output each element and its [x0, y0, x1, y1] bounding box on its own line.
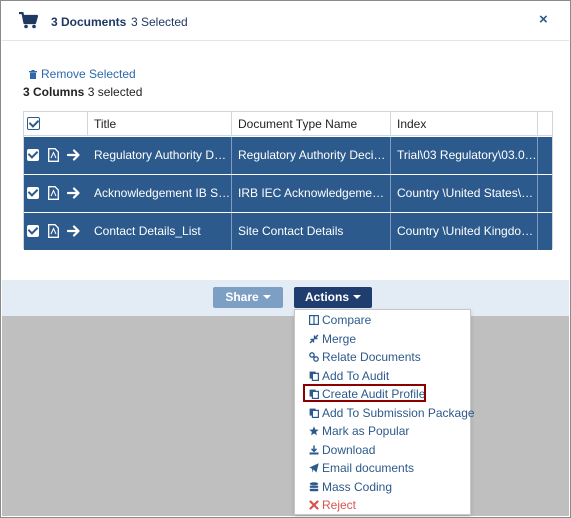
menu-item-merge[interactable]: Merge: [309, 330, 356, 348]
row-checkbox[interactable]: [27, 225, 39, 237]
action-bar: [2, 280, 569, 316]
menu-item-label: Add To Submission Package: [322, 405, 475, 420]
menu-item-label: Reject: [322, 498, 357, 512]
column-header-document-type[interactable]: Document Type Name: [232, 112, 391, 136]
menu-item-label: Add To Audit: [322, 368, 390, 383]
documents-cart-panel: 3 Documents 3 Selected × Remove Selected…: [0, 0, 571, 518]
cart-icon: [19, 12, 39, 29]
menu-item-mass-coding[interactable]: Mass Coding: [309, 478, 392, 496]
pdf-file-icon: [48, 224, 59, 238]
column-header-index[interactable]: Index: [391, 112, 538, 136]
columns-info: 3 Columns 3 selected: [23, 85, 142, 99]
menu-item-mark-as-popular[interactable]: Mark as Popular: [309, 422, 409, 440]
menu-item-label: Download: [322, 442, 376, 457]
menu-item-compare[interactable]: Compare: [309, 311, 371, 329]
download-icon: [309, 445, 319, 454]
chevron-down-icon: [262, 295, 271, 299]
cell-document-type: IRB IEC Acknowledgement ...: [232, 175, 391, 212]
database-icon: [309, 481, 319, 491]
pdf-file-icon: [48, 148, 59, 162]
menu-item-label: Compare: [322, 313, 372, 327]
menu-item-download[interactable]: Download: [309, 441, 375, 459]
cell-document-type: Site Contact Details: [232, 213, 391, 250]
table-row[interactable]: Regulatory Authority Deci... Regulatory …: [24, 137, 552, 174]
highlight-box: [303, 384, 426, 402]
cell-index: Trial\03 Regulatory\03.01 ...: [391, 137, 538, 174]
row-checkbox[interactable]: [27, 149, 39, 161]
arrow-right-icon[interactable]: [67, 224, 81, 238]
menu-item-add-to-audit[interactable]: Add To Audit: [309, 367, 389, 385]
backdrop: [2, 316, 569, 516]
menu-item-add-to-submission-package[interactable]: Add To Submission Package: [309, 404, 475, 422]
actions-label: Actions: [304, 290, 349, 304]
cell-index: Country \United Kingdom...: [391, 213, 538, 250]
select-all-cell: [24, 112, 88, 136]
copy-icon: [309, 408, 319, 418]
cell-title: Regulatory Authority Deci...: [88, 137, 232, 174]
menu-item-label: Email documents: [322, 461, 415, 475]
table-row[interactable]: Acknowledgement IB Sign... IRB IEC Ackno…: [24, 175, 552, 212]
cell-document-type: Regulatory Authority Decisi...: [232, 137, 391, 174]
arrow-right-icon[interactable]: [67, 148, 81, 162]
link-icon: [309, 352, 319, 362]
copy-icon: [309, 371, 319, 381]
cell-index: Country \United States\04...: [391, 175, 538, 212]
remove-selected-link[interactable]: Remove Selected: [29, 67, 136, 81]
menu-item-label: Mass Coding: [322, 479, 393, 494]
trash-icon: [29, 70, 37, 79]
panel-header: 3 Documents 3 Selected ×: [2, 2, 569, 41]
compress-icon: [309, 334, 319, 343]
select-all-checkbox[interactable]: [27, 117, 40, 130]
menu-item-email-documents[interactable]: Email documents: [309, 459, 414, 477]
actions-menu: Compare Merge Relate Documents Add To Au…: [294, 309, 475, 515]
menu-item-label: Relate Documents: [322, 350, 421, 364]
actions-button[interactable]: Actions: [294, 287, 372, 308]
columns-selected: 3 selected: [87, 85, 143, 99]
menu-item-label: Merge: [322, 331, 357, 346]
close-icon[interactable]: ×: [539, 12, 548, 28]
table-row[interactable]: Contact Details_List Site Contact Detail…: [24, 213, 552, 250]
row-checkbox[interactable]: [27, 187, 39, 199]
cell-title: Acknowledgement IB Sign...: [88, 175, 232, 212]
column-header-title[interactable]: Title: [88, 112, 232, 136]
remove-selected-label: Remove Selected: [41, 67, 136, 81]
send-icon: [309, 463, 319, 473]
share-label: Share: [225, 290, 259, 304]
arrow-right-icon[interactable]: [67, 186, 81, 200]
documents-count: 3 Documents: [51, 15, 127, 29]
documents-grid: Title Document Type Name Index Regulator…: [23, 111, 553, 250]
grid-header: Title Document Type Name Index: [24, 112, 552, 136]
chevron-down-icon: [353, 295, 361, 299]
cell-title: Contact Details_List: [88, 213, 232, 250]
columns-icon: [309, 315, 319, 325]
menu-item-relate-documents[interactable]: Relate Documents: [309, 348, 421, 366]
pdf-file-icon: [48, 186, 59, 200]
menu-item-label: Mark as Popular: [322, 424, 410, 438]
times-icon: [309, 500, 319, 510]
selected-count: 3 Selected: [131, 15, 188, 29]
columns-count: 3 Columns: [23, 85, 85, 99]
menu-item-reject[interactable]: Reject: [309, 496, 356, 514]
share-button[interactable]: Share: [213, 287, 283, 308]
star-icon: [309, 426, 319, 436]
